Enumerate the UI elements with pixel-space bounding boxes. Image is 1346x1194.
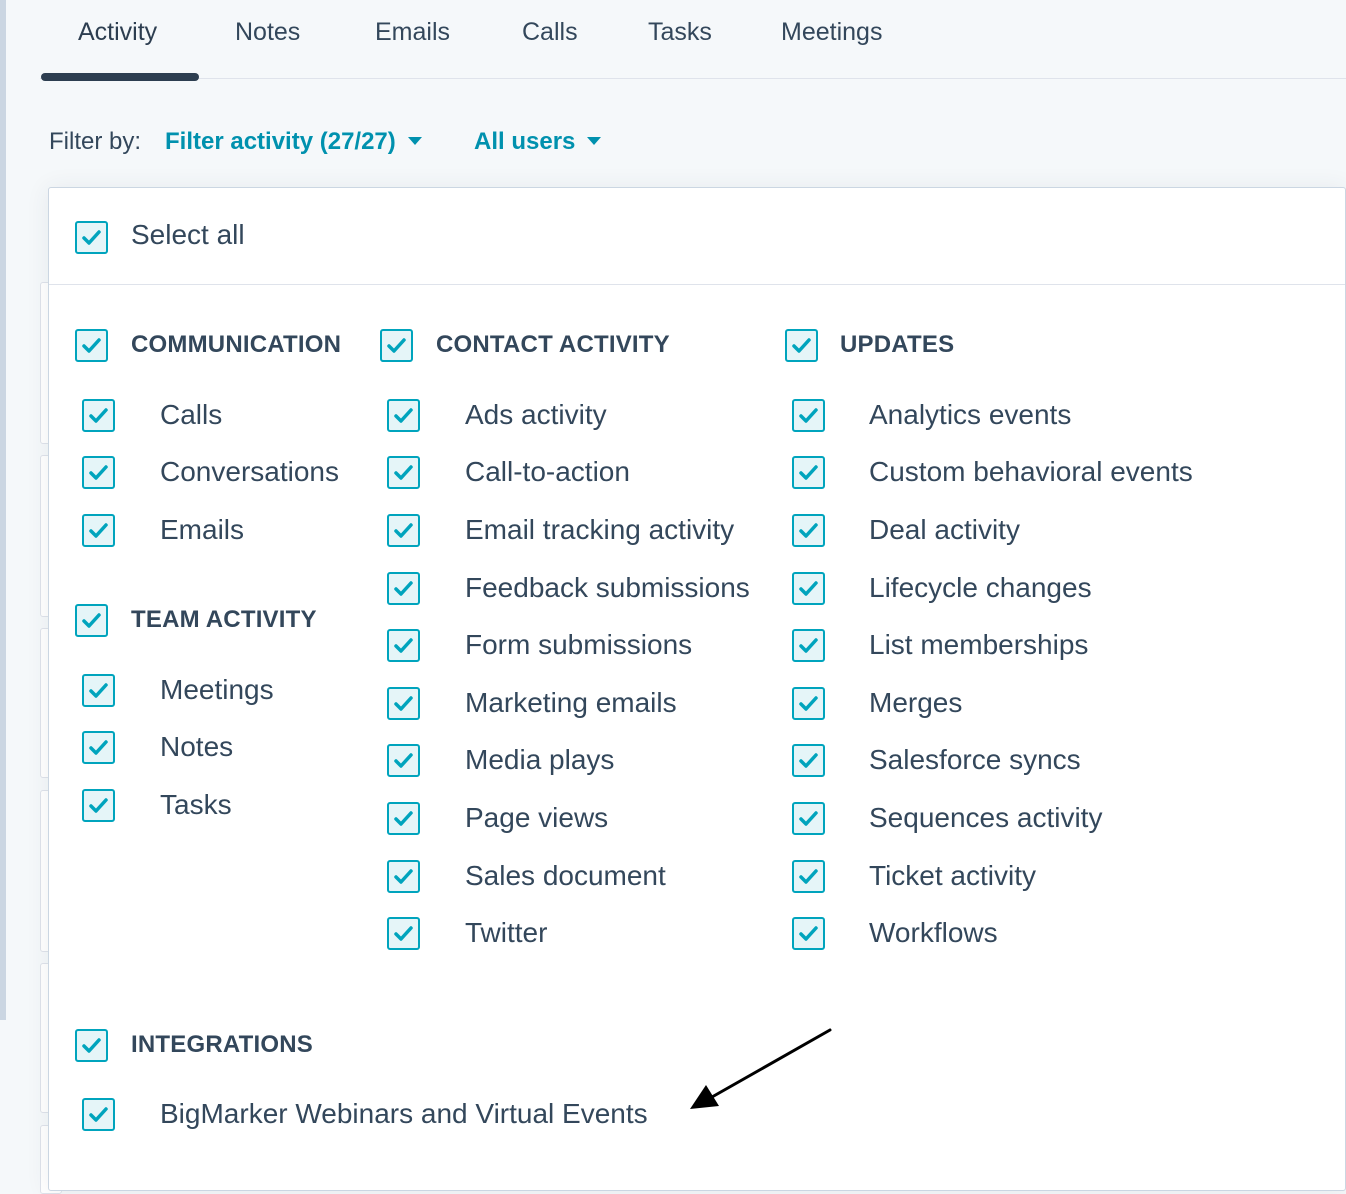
- annotation-arrow-icon: [690, 1028, 832, 1109]
